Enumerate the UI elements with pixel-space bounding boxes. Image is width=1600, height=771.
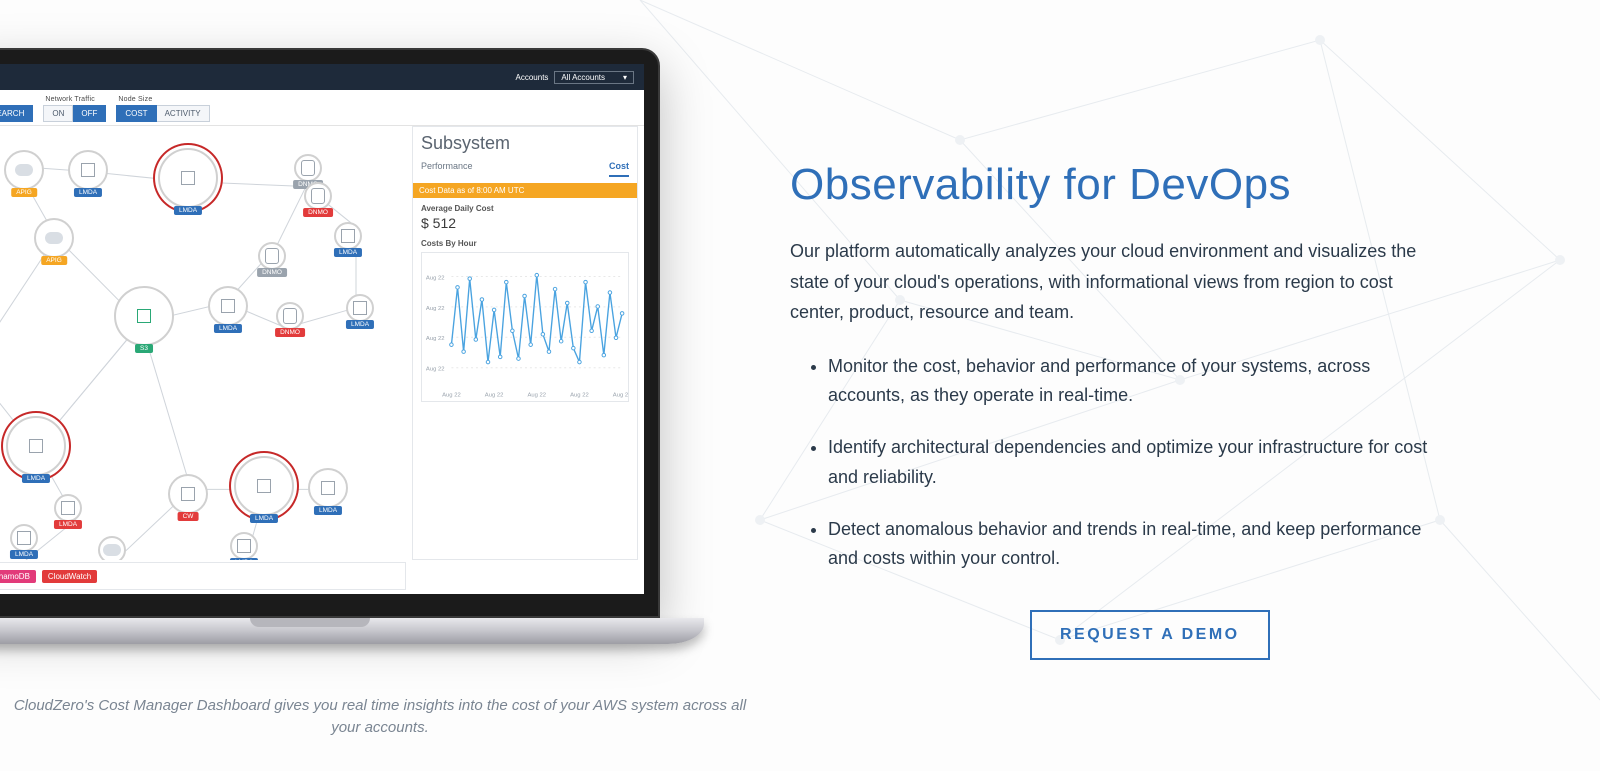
bullet-item: Detect anomalous behavior and trends in … (828, 515, 1430, 574)
svg-text:Aug 22: Aug 22 (570, 393, 589, 399)
node-tag: S3 (135, 344, 153, 353)
node-tag: LMDA (174, 206, 202, 215)
svg-text:Aug 22: Aug 22 (527, 393, 546, 399)
node-tag: LMDA (334, 248, 362, 257)
svg-text:Aug 22: Aug 22 (426, 306, 445, 312)
tab-cost[interactable]: Cost (609, 158, 629, 177)
node-tag: CW (178, 512, 199, 521)
node-alert[interactable]: LMDA (6, 416, 66, 476)
node-tag: LMDA (54, 520, 82, 529)
node-tag: DNMO (275, 328, 305, 337)
request-demo-button[interactable]: REQUEST A DEMO (1030, 610, 1270, 660)
node-tag: DNMO (303, 208, 333, 217)
headline: Observability for DevOps (790, 160, 1520, 210)
panel-title: Subsystem (421, 133, 629, 154)
cloud-icon (15, 164, 33, 176)
marketing-copy: Observability for DevOps Our platform au… (700, 0, 1600, 771)
node-tag: LMDA (250, 514, 278, 523)
laptop-mockup: Accounts All Accounts SEARCH Network Tra… (0, 0, 700, 771)
svg-text:Aug 22: Aug 22 (426, 275, 445, 281)
cloud-icon (103, 544, 121, 556)
footer-tag[interactable]: CloudWatch (42, 570, 97, 583)
lead-paragraph: Our platform automatically analyzes your… (790, 236, 1430, 328)
network-traffic-label: Network Traffic (43, 96, 106, 103)
node-tag: LMDA (214, 324, 242, 333)
bullet-item: Identify architectural dependencies and … (828, 433, 1430, 492)
svg-text:Aug 22: Aug 22 (613, 393, 628, 399)
cloud-icon (45, 232, 63, 244)
svg-text:Aug 22: Aug 22 (485, 393, 504, 399)
node-alert[interactable]: LMDA (234, 456, 294, 516)
svg-text:Aug 22: Aug 22 (426, 367, 445, 373)
node-tag: APIG (41, 256, 67, 265)
node-alert[interactable]: LMDA (158, 148, 218, 208)
node-tag: LMDA (346, 320, 374, 329)
dashboard-toolbar: SEARCH Network Traffic ON OFF Node Size (0, 90, 644, 126)
costs-by-hour-label: Costs By Hour (421, 239, 629, 248)
footer-tag[interactable]: DynamoDB (0, 570, 36, 583)
subsystem-panel: Subsystem Performance Cost Cost Data as … (412, 126, 638, 560)
node-size-label: Node Size (116, 96, 209, 103)
node-s3[interactable]: S3 (114, 286, 174, 346)
search-button[interactable]: SEARCH (0, 105, 33, 122)
node-tag: LMDA (230, 558, 258, 560)
tab-performance[interactable]: Performance (421, 158, 473, 177)
node-tag: LMDA (10, 550, 38, 559)
bullet-item: Monitor the cost, behavior and performan… (828, 352, 1430, 411)
cost-data-banner: Cost Data as of 8:00 AM UTC (413, 183, 637, 198)
svg-text:Aug 22: Aug 22 (442, 393, 461, 399)
avg-cost-label: Average Daily Cost (421, 204, 629, 213)
nodesize-activity-button[interactable]: ACTIVITY (157, 105, 210, 122)
avg-cost-value: $ 512 (421, 215, 629, 231)
node-tag: DNMO (257, 268, 287, 277)
traffic-on-button[interactable]: ON (43, 105, 73, 122)
node-tag: LMDA (22, 474, 50, 483)
costs-by-hour-chart: Aug 22 Aug 22 Aug 22 Aug 22 Aug 22 Aug 22 Aug … (421, 252, 629, 402)
svg-text:Aug 22: Aug 22 (426, 336, 445, 342)
accounts-dropdown[interactable]: All Accounts (554, 71, 634, 84)
image-caption: CloudZero's Cost Manager Dashboard gives… (0, 695, 760, 739)
traffic-off-button[interactable]: OFF (73, 105, 106, 122)
footer-tag-bar: DynamoDB CloudWatch (0, 562, 406, 590)
dashboard-screen: Accounts All Accounts SEARCH Network Tra… (0, 64, 644, 594)
accounts-label: Accounts (516, 73, 549, 82)
nodesize-cost-button[interactable]: COST (116, 105, 156, 122)
node-tag: APIG (11, 188, 37, 197)
node-tag: LMDA (74, 188, 102, 197)
node-tag: LMDA (314, 506, 342, 515)
dashboard-top-bar: Accounts All Accounts (0, 64, 644, 90)
node-graph[interactable]: APIG APIG LMDA LMDA DNMO DNMO APIG DNMO … (0, 126, 406, 560)
